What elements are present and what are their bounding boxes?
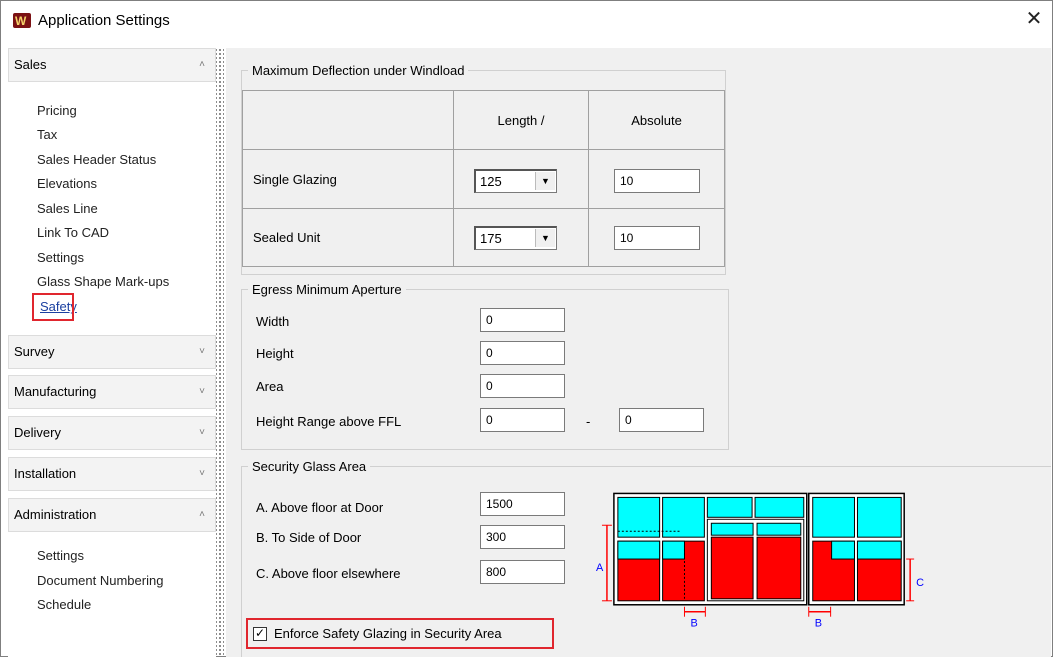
section-survey-label: Survey [14,344,55,359]
sidebar-item-tax[interactable]: Tax [37,127,57,142]
dimension-b-left-label: B [690,618,697,630]
area-input[interactable]: 0 [480,374,565,398]
chevron-down-icon: ˅ [199,427,205,438]
section-manufacturing-label: Manufacturing [14,384,97,399]
height-label: Height [256,346,294,361]
chevron-down-icon[interactable]: ▼ [535,172,555,190]
security-legend: Security Glass Area [252,459,367,474]
table-corner [242,90,454,150]
single-glazing-length-select[interactable]: 125 ▼ [474,169,557,193]
sealed-unit-absolute-input[interactable]: 10 [614,226,700,250]
range-separator: - [586,414,591,429]
chevron-down-icon: ˅ [199,386,205,397]
dimension-b-right-label: B [815,618,822,630]
chevron-up-icon: ˄ [199,59,205,70]
single-length-value: 125 [480,174,502,189]
sidebar-item-document-numbering[interactable]: Document Numbering [37,573,163,588]
height-input[interactable]: 0 [480,341,565,365]
sidebar-item-settings[interactable]: Settings [37,250,84,265]
section-survey[interactable]: Survey ˅ [8,335,216,369]
single-glazing-label: Single Glazing [242,149,454,209]
section-delivery-label: Delivery [14,425,61,440]
sidebar-item-sales-header-status[interactable]: Sales Header Status [37,152,156,167]
col-absolute-header: Absolute [588,90,725,150]
sealed-unit-length-select[interactable]: 175 ▼ [474,226,557,250]
chevron-down-icon[interactable]: ▼ [535,229,555,247]
section-manufacturing[interactable]: Manufacturing ˅ [8,375,216,409]
above-floor-elsewhere-input[interactable]: 800 [480,560,565,584]
settings-sidebar: Sales ˄ Pricing Tax Sales Header Status … [8,48,216,657]
title-bar: W Application Settings ✕ [1,1,1052,39]
width-label: Width [256,314,290,329]
security-area-diagram: A C B B [596,492,924,630]
splitter-handle[interactable] [216,48,224,657]
sidebar-item-admin-settings[interactable]: Settings [37,548,84,563]
section-administration-label: Administration [14,507,97,522]
enforce-highlight-box [246,618,554,649]
section-delivery[interactable]: Delivery ˅ [8,416,216,450]
sidebar-item-link-to-cad[interactable]: Link To CAD [37,225,109,240]
single-glazing-absolute-input[interactable]: 10 [614,169,700,193]
above-floor-door-label: A. Above floor at Door [256,500,384,515]
sealed-unit-label: Sealed Unit [242,208,454,267]
safety-settings-panel: Maximum Deflection under Windload Length… [226,48,1051,657]
egress-legend: Egress Minimum Aperture [252,282,402,297]
safety-highlight-box [32,293,74,321]
window-title: Application Settings [38,12,170,29]
app-logo-icon: W [13,13,31,28]
section-installation-label: Installation [14,466,77,481]
chevron-down-icon: ˅ [199,346,205,357]
dimension-c-label: C [916,577,924,589]
close-icon[interactable]: ✕ [1022,8,1046,32]
deflection-legend: Maximum Deflection under Windload [252,63,465,78]
height-range-label: Height Range above FFL [256,414,402,429]
sealed-length-value: 175 [480,231,502,246]
section-sales-label: Sales [14,57,47,72]
sidebar-item-glass-shape-markups[interactable]: Glass Shape Mark-ups [37,274,169,289]
chevron-up-icon: ˄ [199,509,205,520]
side-of-door-input[interactable]: 300 [480,525,565,549]
chevron-down-icon: ˅ [199,468,205,479]
sidebar-item-elevations[interactable]: Elevations [37,176,97,191]
col-length-header: Length / [453,90,589,150]
area-label: Area [256,379,284,394]
side-of-door-label: B. To Side of Door [256,530,362,545]
section-installation[interactable]: Installation ˅ [8,457,216,491]
above-floor-elsewhere-label: C. Above floor elsewhere [256,566,401,581]
sidebar-item-sales-line[interactable]: Sales Line [37,201,98,216]
dimension-a-label: A [596,562,604,574]
svg-text:W: W [15,14,27,28]
section-sales[interactable]: Sales ˄ [8,48,216,82]
height-range-from-input[interactable]: 0 [480,408,565,432]
section-administration[interactable]: Administration ˄ [8,498,216,532]
above-floor-door-input[interactable]: 1500 [480,492,565,516]
height-range-to-input[interactable]: 0 [619,408,704,432]
width-input[interactable]: 0 [480,308,565,332]
sidebar-item-pricing[interactable]: Pricing [37,103,77,118]
sidebar-item-schedule[interactable]: Schedule [37,597,91,612]
